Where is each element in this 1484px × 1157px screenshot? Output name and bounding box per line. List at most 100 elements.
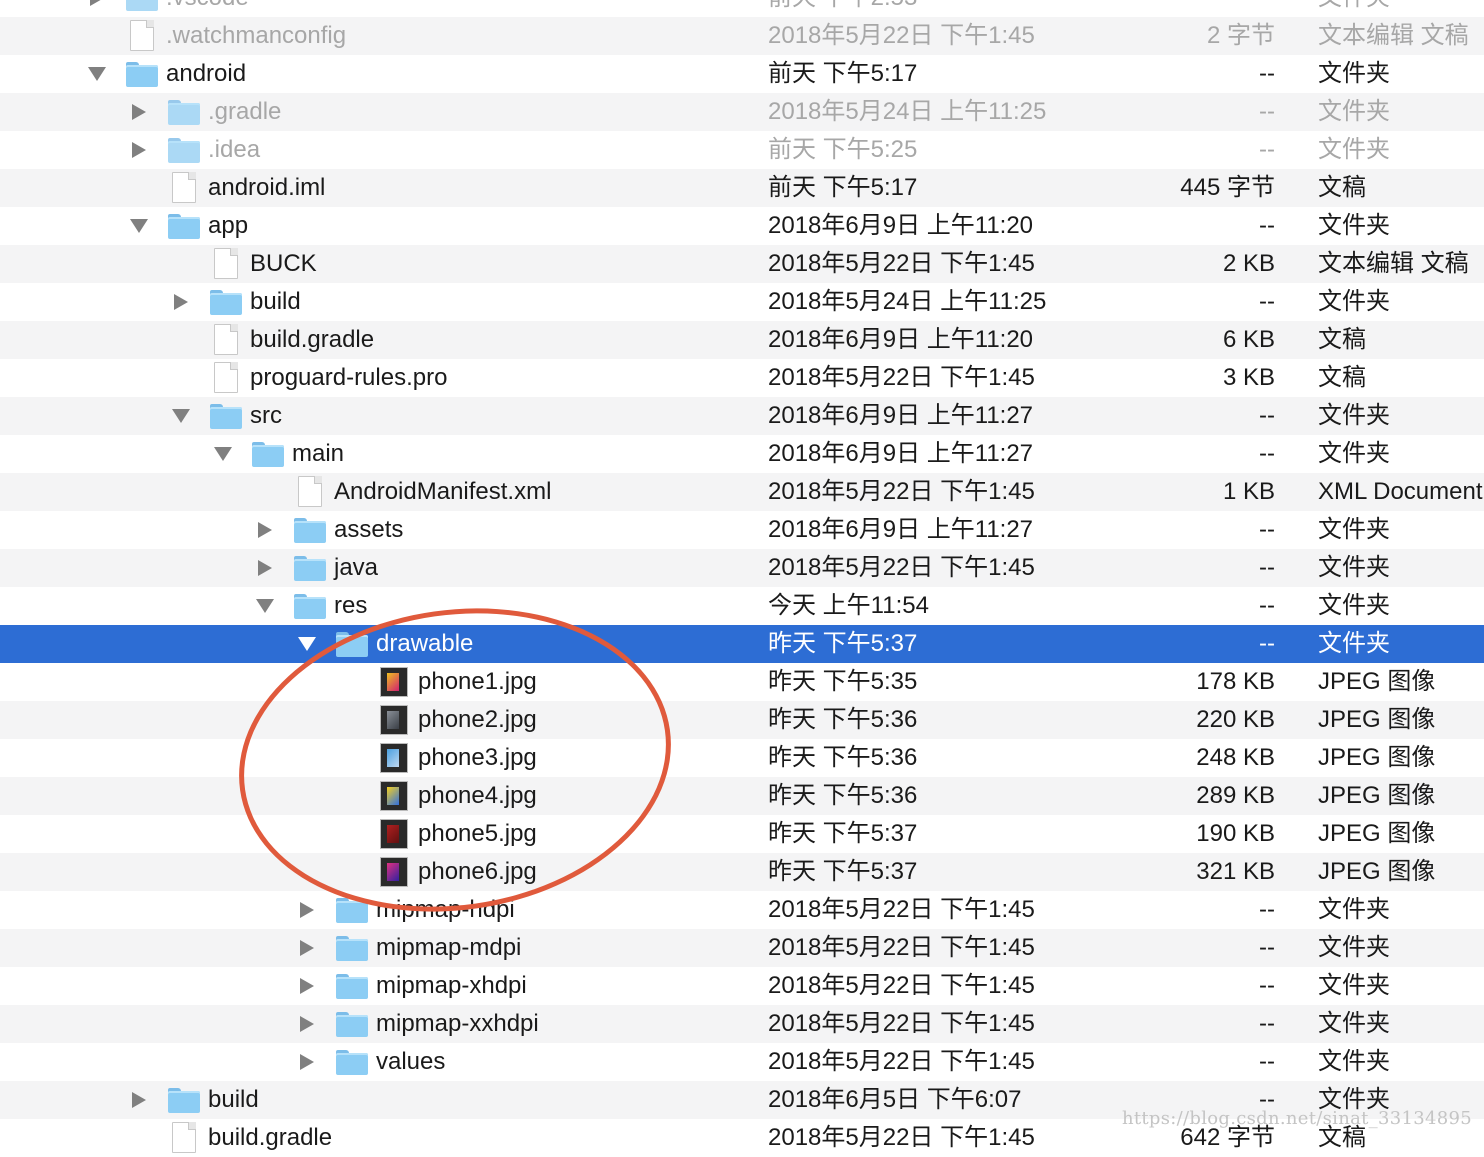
disclosure-collapsed-icon[interactable] <box>296 1043 318 1081</box>
date-modified: 2018年6月9日 上午11:27 <box>768 402 1034 429</box>
file-row[interactable]: .watchmanconfig 2018年5月22日 下午1:45 2 字节 文本编辑… <box>0 17 1484 55</box>
file-row[interactable]: drawable 昨天 下午5:37 -- 文件夹 <box>0 625 1484 663</box>
file-row[interactable]: BUCK 2018年5月22日 下午1:45 2 KB 文本编辑 文稿 <box>0 245 1484 283</box>
disclosure-collapsed-icon[interactable] <box>128 93 150 131</box>
file-row[interactable]: main 2018年6月9日 上午11:27 -- 文件夹 <box>0 435 1484 473</box>
file-row[interactable]: phone4.jpg 昨天 下午5:36 289 KB JPEG 图像 <box>0 777 1484 815</box>
file-row[interactable]: build 2018年5月24日 上午11:25 -- 文件夹 <box>0 283 1484 321</box>
document-icon <box>210 324 242 355</box>
file-kind: 文件夹 <box>1318 896 1390 923</box>
file-size: 289 KB <box>1196 782 1275 809</box>
date-modified: 2018年5月22日 下午1:45 <box>768 896 1035 923</box>
document-icon <box>168 1122 200 1153</box>
disclosure-expanded-icon[interactable] <box>212 435 234 473</box>
file-name: drawable <box>376 630 474 657</box>
file-size: -- <box>1259 592 1275 619</box>
file-size: 3 KB <box>1222 364 1275 391</box>
file-row[interactable]: mipmap-xxhdpi 2018年5月22日 下午1:45 -- 文件夹 <box>0 1005 1484 1043</box>
folder-icon <box>210 289 242 315</box>
date-modified: 今天 上午11:54 <box>768 592 929 619</box>
file-row[interactable]: phone6.jpg 昨天 下午5:37 321 KB JPEG 图像 <box>0 853 1484 891</box>
file-name: mipmap-hdpi <box>376 896 515 923</box>
disclosure-collapsed-icon[interactable] <box>296 967 318 1005</box>
file-size: 1 KB <box>1222 478 1275 505</box>
file-size: -- <box>1259 934 1275 961</box>
disclosure-expanded-icon[interactable] <box>170 397 192 435</box>
disclosure-collapsed-icon[interactable] <box>254 511 276 549</box>
file-size: 321 KB <box>1196 858 1275 885</box>
file-kind: JPEG 图像 <box>1318 706 1436 733</box>
folder-icon <box>168 1087 200 1113</box>
file-size: -- <box>1259 98 1275 125</box>
file-row[interactable]: build.gradle 2018年6月9日 上午11:20 6 KB 文稿 <box>0 321 1484 359</box>
disclosure-collapsed-icon[interactable] <box>128 1081 150 1119</box>
file-row[interactable]: android.iml 前天 下午5:17 445 字节 文稿 <box>0 169 1484 207</box>
disclosure-expanded-icon[interactable] <box>128 207 150 245</box>
document-icon <box>294 476 326 507</box>
date-modified: 2018年6月9日 上午11:20 <box>768 212 1034 239</box>
file-row[interactable]: mipmap-hdpi 2018年5月22日 下午1:45 -- 文件夹 <box>0 891 1484 929</box>
file-kind: 文件夹 <box>1318 60 1390 87</box>
file-name: .idea <box>208 136 261 163</box>
file-row[interactable]: android 前天 下午5:17 -- 文件夹 <box>0 55 1484 93</box>
date-modified: 2018年5月22日 下午1:45 <box>768 554 1035 581</box>
file-name: BUCK <box>250 250 317 277</box>
file-row[interactable]: phone2.jpg 昨天 下午5:36 220 KB JPEG 图像 <box>0 701 1484 739</box>
disclosure-expanded-icon[interactable] <box>86 55 108 93</box>
file-row[interactable]: phone1.jpg 昨天 下午5:35 178 KB JPEG 图像 <box>0 663 1484 701</box>
disclosure-collapsed-icon[interactable] <box>296 1005 318 1043</box>
file-kind: 文件夹 <box>1318 592 1390 619</box>
file-name: res <box>334 592 368 619</box>
file-row[interactable]: src 2018年6月9日 上午11:27 -- 文件夹 <box>0 397 1484 435</box>
date-modified: 2018年5月22日 下午1:45 <box>768 972 1035 999</box>
file-row[interactable]: assets 2018年6月9日 上午11:27 -- 文件夹 <box>0 511 1484 549</box>
disclosure-expanded-icon[interactable] <box>254 587 276 625</box>
date-modified: 2018年5月22日 下午1:45 <box>768 934 1035 961</box>
file-kind: 文件夹 <box>1318 630 1390 657</box>
disclosure-collapsed-icon[interactable] <box>86 0 108 17</box>
disclosure-collapsed-icon[interactable] <box>296 929 318 967</box>
file-size: -- <box>1259 1010 1275 1037</box>
file-name: phone5.jpg <box>418 820 537 847</box>
disclosure-collapsed-icon[interactable] <box>296 891 318 929</box>
disclosure-collapsed-icon[interactable] <box>170 283 192 321</box>
disclosure-collapsed-icon[interactable] <box>254 549 276 587</box>
folder-icon <box>168 137 200 163</box>
file-size: -- <box>1259 972 1275 999</box>
file-row[interactable]: res 今天 上午11:54 -- 文件夹 <box>0 587 1484 625</box>
date-modified: 前天 下午5:17 <box>768 60 918 87</box>
file-row[interactable]: app 2018年6月9日 上午11:20 -- 文件夹 <box>0 207 1484 245</box>
file-row[interactable]: .idea 前天 下午5:25 -- 文件夹 <box>0 131 1484 169</box>
file-row[interactable]: .gradle 2018年5月24日 上午11:25 -- 文件夹 <box>0 93 1484 131</box>
file-size: -- <box>1259 60 1275 87</box>
file-row[interactable]: AndroidManifest.xml 2018年5月22日 下午1:45 1 KB… <box>0 473 1484 511</box>
file-kind: 文稿 <box>1318 326 1366 353</box>
file-kind: 文件夹 <box>1318 440 1390 467</box>
file-row[interactable]: mipmap-mdpi 2018年5月22日 下午1:45 -- 文件夹 <box>0 929 1484 967</box>
file-size: -- <box>1259 554 1275 581</box>
file-row[interactable]: java 2018年5月22日 下午1:45 -- 文件夹 <box>0 549 1484 587</box>
file-kind: JPEG 图像 <box>1318 858 1436 885</box>
file-size: -- <box>1259 1048 1275 1075</box>
file-name: mipmap-mdpi <box>376 934 522 961</box>
file-name: build <box>250 288 301 315</box>
file-row[interactable]: phone5.jpg 昨天 下午5:37 190 KB JPEG 图像 <box>0 815 1484 853</box>
file-size: 220 KB <box>1196 706 1275 733</box>
disclosure-collapsed-icon[interactable] <box>128 131 150 169</box>
document-icon <box>210 248 242 279</box>
folder-icon <box>336 631 368 657</box>
file-row[interactable]: phone3.jpg 昨天 下午5:36 248 KB JPEG 图像 <box>0 739 1484 777</box>
disclosure-expanded-icon[interactable] <box>296 625 318 663</box>
file-name: main <box>292 440 345 467</box>
file-row[interactable]: .vscode 前天 下午2:53 -- 文件夹 <box>0 0 1484 17</box>
file-row[interactable]: mipmap-xhdpi 2018年5月22日 下午1:45 -- 文件夹 <box>0 967 1484 1005</box>
date-modified: 昨天 下午5:36 <box>768 744 918 771</box>
file-kind: JPEG 图像 <box>1318 744 1436 771</box>
file-kind: 文件夹 <box>1318 0 1390 17</box>
date-modified: 2018年5月22日 下午1:45 <box>768 1010 1035 1037</box>
date-modified: 前天 下午5:17 <box>768 174 918 201</box>
file-name: java <box>334 554 379 581</box>
image-thumbnail-icon <box>378 705 410 735</box>
file-row[interactable]: proguard-rules.pro 2018年5月22日 下午1:45 3 KB 文… <box>0 359 1484 397</box>
file-row[interactable]: values 2018年5月22日 下午1:45 -- 文件夹 <box>0 1043 1484 1081</box>
